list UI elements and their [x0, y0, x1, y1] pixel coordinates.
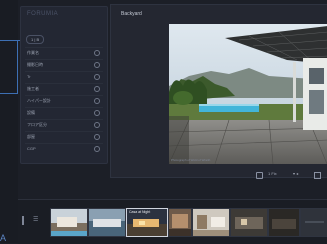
- chevron-left-icon[interactable]: [22, 216, 29, 225]
- thumbnail[interactable]: [50, 208, 88, 237]
- left-strip: [0, 0, 18, 243]
- grid-icon[interactable]: [256, 172, 263, 179]
- thumbnail[interactable]: [192, 208, 230, 237]
- filmstrip: ☰ Casa at Night: [18, 199, 327, 244]
- sidebar-item-equipment[interactable]: 設備: [25, 107, 103, 117]
- photo-caption: Photograph of Wold of Wraith: [171, 158, 211, 162]
- list-icon[interactable]: ☰: [33, 216, 38, 223]
- toggle-icon[interactable]: [94, 122, 100, 128]
- toggle-icon[interactable]: [94, 86, 100, 92]
- filter-sidebar: FORUMIA 1 | B 作業名 撮影日時 Tr 施工者 ハイパー設計 設備 …: [20, 6, 108, 164]
- toggle-icon[interactable]: [94, 62, 100, 68]
- thumbnail[interactable]: [88, 208, 126, 237]
- sidebar-item-label: CGP: [27, 146, 36, 151]
- toggle-icon[interactable]: [94, 74, 100, 80]
- photo-image[interactable]: [169, 24, 327, 164]
- sidebar-item-label: 撮影日時: [27, 62, 43, 67]
- sidebar-item-label: ハイパー設計: [27, 98, 51, 103]
- app-window: A FORUMIA 1 | B 作業名 撮影日時 Tr 施工者 ハイパー設計 設…: [0, 0, 327, 244]
- toggle-icon[interactable]: [94, 50, 100, 56]
- thumbnail-label: Casa at Night: [129, 210, 151, 214]
- sidebar-item-room[interactable]: 部屋: [25, 131, 103, 141]
- thumbnail[interactable]: [168, 208, 192, 237]
- thumbnail-selected[interactable]: Casa at Night: [126, 208, 168, 237]
- zoom-select[interactable]: 1 Fix: [268, 171, 277, 176]
- toggle-icon[interactable]: [94, 134, 100, 140]
- sidebar-item-cgp[interactable]: CGP: [25, 143, 103, 153]
- sidebar-item-label: フロア区分: [27, 122, 47, 127]
- viewer-toolbar: 1 Fix ▾ ◂: [252, 170, 327, 180]
- viewer-title: Backyard: [121, 11, 142, 17]
- sidebar-item-label: 作業名: [27, 50, 39, 55]
- sidebar-item-design[interactable]: ハイパー設計: [25, 95, 103, 105]
- nav-dropdown[interactable]: ▾ ◂: [293, 171, 298, 176]
- thumbnail[interactable]: [300, 208, 327, 237]
- app-title: FORUMIA: [27, 11, 59, 17]
- thumbnail[interactable]: [268, 208, 300, 237]
- sidebar-item-floor[interactable]: フロア区分: [25, 119, 103, 129]
- toggle-icon[interactable]: [94, 110, 100, 116]
- filter-chip[interactable]: 1 | B: [26, 35, 45, 44]
- toggle-icon[interactable]: [94, 146, 100, 152]
- sidebar-item-label: 部屋: [27, 134, 35, 139]
- annotation-line: [17, 40, 18, 93]
- thumbnail[interactable]: [230, 208, 268, 237]
- sidebar-item-tr[interactable]: Tr: [25, 71, 103, 81]
- sidebar-item-label: 施工者: [27, 86, 39, 91]
- photo-viewer: Backyard Photograph of Wold of Wraith: [110, 4, 327, 178]
- sidebar-item-builder[interactable]: 施工者: [25, 83, 103, 93]
- fullscreen-icon[interactable]: [314, 172, 321, 179]
- annotation-marker: A: [0, 233, 7, 243]
- sidebar-item-label: 設備: [27, 110, 35, 115]
- sidebar-item-name[interactable]: 作業名: [25, 47, 103, 57]
- sidebar-item-date[interactable]: 撮影日時: [25, 59, 103, 69]
- sidebar-item-label: Tr: [27, 74, 31, 79]
- toggle-icon[interactable]: [94, 98, 100, 104]
- annotation-line: [0, 93, 18, 94]
